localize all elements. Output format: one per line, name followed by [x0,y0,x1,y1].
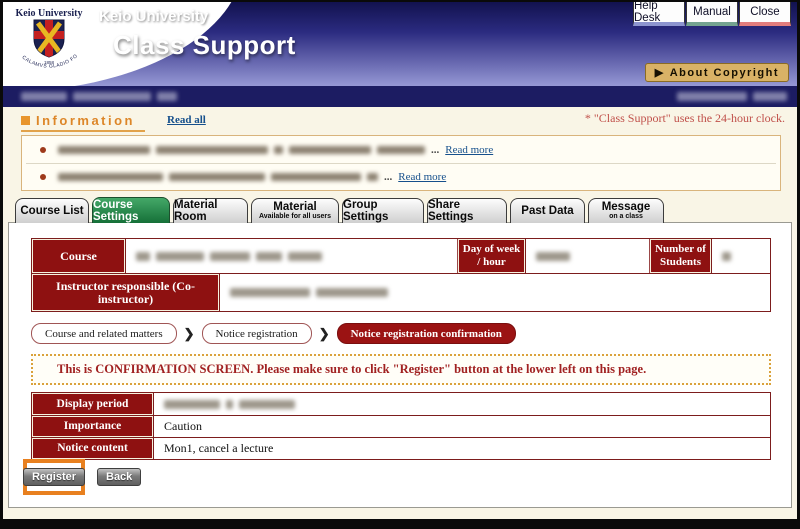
table-row: Importance Caution [32,415,770,437]
step-notice-registration-confirmation: Notice registration confirmation [337,323,516,344]
redacted-instructor-name [230,288,388,297]
instructor-value [220,274,770,311]
news-item: ... Read more [22,138,780,162]
chevron-right-icon: ❯ [319,326,330,342]
news-item: ... Read more [22,165,780,189]
information-title: Information [36,113,135,128]
chevron-right-icon: ❯ [184,326,195,342]
confirmation-message-box: This is CONFIRMATION SCREEN. Please make… [31,354,771,385]
notice-content-label: Notice content [32,438,154,459]
redacted-datetime [677,92,787,101]
day-of-week-value [526,239,650,273]
class-support-page: Keio University 1858 CALAMVS GLADIO FORT… [0,0,800,529]
about-copyright-button[interactable]: ▶ About Copyright [645,63,789,82]
importance-label: Importance [32,416,154,437]
confirmation-message: This is CONFIRMATION SCREEN. Please make… [57,362,646,377]
redacted-student-count [722,252,731,261]
course-info-table: Course Day of week / hour Number of Stud… [31,238,771,312]
table-row: Course Day of week / hour Number of Stud… [32,239,770,273]
step-course-and-related-matters[interactable]: Course and related matters [31,323,177,344]
students-value [712,239,770,273]
manual-button[interactable]: Manual [686,2,738,26]
information-underline [21,130,145,132]
tab-past-data[interactable]: Past Data [510,198,585,223]
register-button[interactable]: Register [23,468,85,486]
tab-bar: Course List Course Settings Material Roo… [15,197,664,223]
information-header: Information [21,113,135,128]
tab-course-list[interactable]: Course List [15,198,89,223]
keio-crest-icon: 1858 CALAMVS GLADIO FORTIOR [13,19,85,73]
read-more-link[interactable]: Read more [398,171,446,183]
table-row: Notice content Mon1, cancel a lecture [32,437,770,459]
information-box: ... Read more ... Read more [21,135,781,191]
tab-message[interactable]: Message on a class [588,198,664,223]
display-period-value [154,393,770,415]
tab-group-settings[interactable]: Group Settings [342,198,424,223]
importance-value: Caution [154,416,770,437]
close-button[interactable]: Close [739,2,791,26]
app-title: Class Support [113,30,296,61]
display-period-label: Display period [32,393,154,415]
notice-detail-table: Display period Importance Caution Notice… [31,392,771,460]
day-of-week-label: Day of week / hour [458,239,526,273]
ellipsis: ... [431,144,439,156]
back-button[interactable]: Back [97,468,141,486]
header-nav: Help Desk Manual Close [633,2,791,26]
ellipsis: ... [384,171,392,183]
header: Keio University 1858 CALAMVS GLADIO FORT… [3,2,797,88]
tab-share-settings[interactable]: Share Settings [427,198,507,223]
redacted-user-info [21,92,177,101]
tab-material-room[interactable]: Material Room [173,198,248,223]
course-label: Course [32,239,126,273]
course-value [126,239,458,273]
redacted-news-text [58,173,378,181]
step-notice-registration[interactable]: Notice registration [202,323,312,344]
header-university-label: Keio University [99,8,208,25]
students-label: Number of Students [650,239,712,273]
tab-course-settings[interactable]: Course Settings [92,197,170,223]
read-all-link[interactable]: Read all [167,114,206,126]
redacted-course-name [136,252,322,261]
redacted-news-text [58,146,425,154]
about-copyright-label: About Copyright [670,67,779,79]
divider [26,163,776,164]
redacted-day-hour [536,252,570,261]
clock-note: * "Class Support" uses the 24-hour clock… [585,111,785,126]
table-row: Display period [32,393,770,415]
status-bar [3,86,797,107]
register-highlight-annotation: Register [23,459,85,495]
redacted-display-period [164,400,295,409]
logo-title: Keio University [11,8,87,19]
orange-square-icon [21,116,30,125]
keio-university-logo: Keio University 1858 CALAMVS GLADIO FORT… [11,8,87,78]
notice-content-value: Mon1, cancel a lecture [154,438,770,459]
triangle-right-icon: ▶ [655,66,665,79]
bullet-icon [40,147,46,153]
help-desk-button[interactable]: Help Desk [633,2,685,26]
instructor-label: Instructor responsible (Co-instructor) [32,274,220,311]
tab-material[interactable]: Material Available for all users [251,198,339,223]
breadcrumb: Course and related matters ❯ Notice regi… [31,323,516,344]
read-more-link[interactable]: Read more [445,144,493,156]
bullet-icon [40,174,46,180]
table-row: Instructor responsible (Co-instructor) [32,273,770,311]
